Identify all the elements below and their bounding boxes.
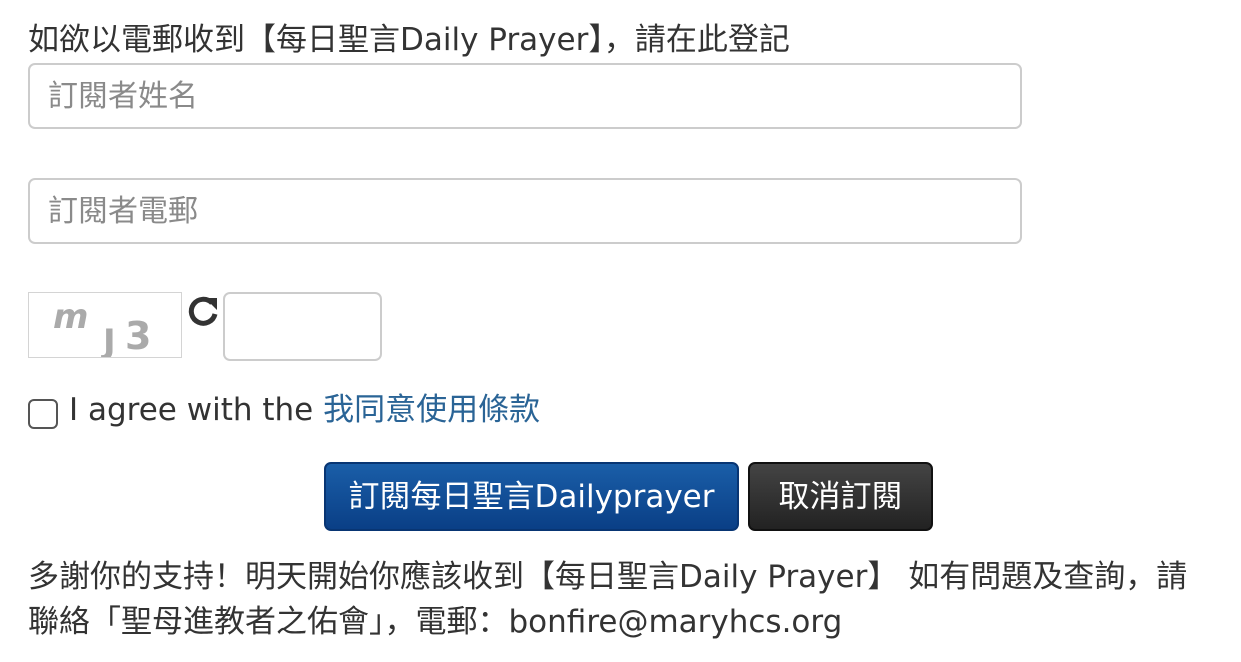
thank-you-line-2: 聯絡「聖母進教者之佑會」，電郵：bonfire@maryhcs.org xyxy=(28,604,843,640)
svg-text:m: m xyxy=(53,297,88,337)
captcha-input[interactable] xyxy=(223,292,382,361)
subscriber-email-input[interactable] xyxy=(28,178,1022,244)
subscriber-name-input[interactable] xyxy=(28,63,1022,129)
thank-you-line-1: 多謝你的支持！明天開始你應該收到【每日聖言Daily Prayer】 如有問題及… xyxy=(28,559,1188,595)
svg-text:J: J xyxy=(101,322,116,358)
thank-you-message: 多謝你的支持！明天開始你應該收到【每日聖言Daily Prayer】 如有問題及… xyxy=(28,555,1228,645)
subscription-intro-text: 如欲以電郵收到【每日聖言Daily Prayer】，請在此登記 xyxy=(28,22,790,58)
agree-checkbox[interactable] xyxy=(28,399,58,429)
refresh-captcha-icon[interactable] xyxy=(186,294,220,328)
svg-text:3: 3 xyxy=(125,314,151,358)
captcha-image: m J 3 xyxy=(28,292,182,358)
subscribe-button[interactable]: 訂閱每日聖言Dailyprayer xyxy=(324,462,739,531)
terms-link[interactable]: 我同意使用條款 xyxy=(323,392,540,428)
agree-prefix: I agree with the xyxy=(69,392,324,428)
agree-text: I agree with the 我同意使用條款 xyxy=(69,390,540,430)
unsubscribe-button[interactable]: 取消訂閱 xyxy=(748,462,933,531)
